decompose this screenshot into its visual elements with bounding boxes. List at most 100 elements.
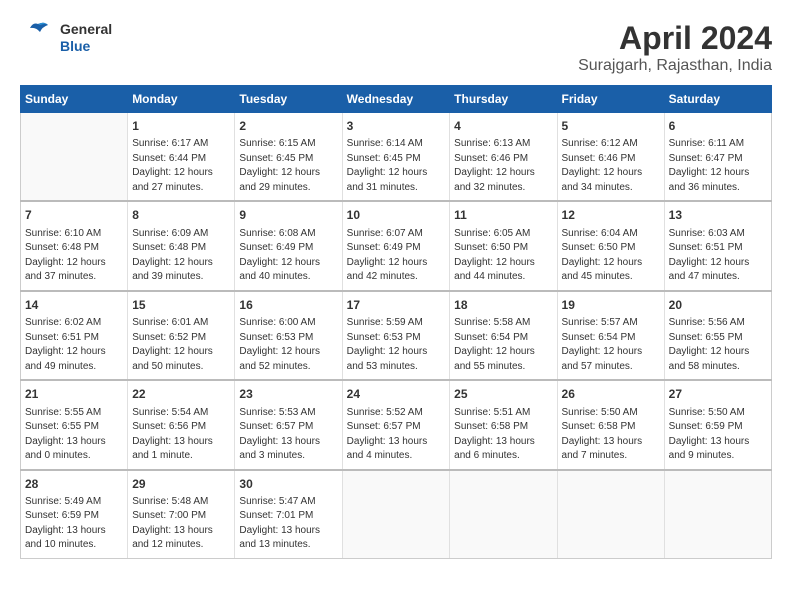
calendar-day-cell bbox=[450, 470, 557, 559]
day-info: Sunrise: 6:07 AMSunset: 6:49 PMDaylight:… bbox=[347, 227, 446, 285]
day-number: 12 bbox=[562, 207, 660, 224]
calendar-week-row: 7 Sunrise: 6:10 AMSunset: 6:48 PMDaylight… bbox=[21, 201, 772, 290]
day-number: 13 bbox=[669, 207, 767, 224]
calendar-day-cell bbox=[664, 470, 771, 559]
day-info: Sunrise: 5:55 AMSunset: 6:55 PMDaylight:… bbox=[25, 406, 123, 464]
day-info: Sunrise: 6:04 AMSunset: 6:50 PMDaylight:… bbox=[562, 227, 660, 285]
day-number: 8 bbox=[132, 207, 230, 224]
calendar-day-cell: 4Sunrise: 6:13 AMSunset: 6:46 PMDaylight… bbox=[450, 113, 557, 202]
calendar-day-cell: 7 Sunrise: 6:10 AMSunset: 6:48 PMDaylight… bbox=[21, 201, 128, 290]
calendar-day-cell: 6 Sunrise: 6:11 AMSunset: 6:47 PMDaylight… bbox=[664, 113, 771, 202]
day-info: Sunrise: 6:14 AMSunset: 6:45 PMDaylight:… bbox=[347, 137, 446, 195]
calendar-header-row: SundayMondayTuesdayWednesdayThursdayFrid… bbox=[21, 86, 772, 113]
calendar-day-cell: 9 Sunrise: 6:08 AMSunset: 6:49 PMDaylight… bbox=[235, 201, 342, 290]
day-number: 16 bbox=[239, 297, 337, 314]
calendar-day-cell: 20 Sunrise: 5:56 AMSunset: 6:55 PMDayligh… bbox=[664, 291, 771, 380]
col-header-tuesday: Tuesday bbox=[235, 86, 342, 113]
day-info: Sunrise: 6:08 AMSunset: 6:49 PMDaylight:… bbox=[239, 227, 337, 285]
day-number: 21 bbox=[25, 386, 123, 403]
day-number: 4 bbox=[454, 118, 552, 135]
day-number: 26 bbox=[562, 386, 660, 403]
col-header-saturday: Saturday bbox=[664, 86, 771, 113]
day-number: 6 bbox=[669, 118, 767, 135]
day-number: 5 bbox=[562, 118, 660, 135]
day-info: Sunrise: 5:59 AMSunset: 6:53 PMDaylight:… bbox=[347, 316, 446, 374]
logo-text: General Blue bbox=[60, 21, 112, 55]
day-info: Sunrise: 5:50 AMSunset: 6:58 PMDaylight:… bbox=[562, 406, 660, 464]
calendar-day-cell bbox=[342, 470, 450, 559]
day-info: Sunrise: 5:56 AMSunset: 6:55 PMDaylight:… bbox=[669, 316, 767, 374]
day-number: 24 bbox=[347, 386, 446, 403]
day-info: Sunrise: 5:57 AMSunset: 6:54 PMDaylight:… bbox=[562, 316, 660, 374]
calendar-day-cell: 5 Sunrise: 6:12 AMSunset: 6:46 PMDaylight… bbox=[557, 113, 664, 202]
day-info: Sunrise: 6:11 AMSunset: 6:47 PMDaylight:… bbox=[669, 137, 767, 195]
day-info: Sunrise: 5:47 AMSunset: 7:01 PMDaylight:… bbox=[239, 495, 337, 553]
day-number: 14 bbox=[25, 297, 123, 314]
day-info: Sunrise: 6:10 AMSunset: 6:48 PMDaylight:… bbox=[25, 227, 123, 285]
calendar-day-cell bbox=[21, 113, 128, 202]
calendar-body: 1 Sunrise: 6:17 AMSunset: 6:44 PMDaylight… bbox=[21, 113, 772, 559]
page-header: General Blue April 2024 Surajgarh, Rajas… bbox=[20, 20, 772, 75]
calendar-day-cell: 2Sunrise: 6:15 AMSunset: 6:45 PMDaylight… bbox=[235, 113, 342, 202]
calendar-day-cell: 18 Sunrise: 5:58 AMSunset: 6:54 PMDayligh… bbox=[450, 291, 557, 380]
calendar-day-cell: 11 Sunrise: 6:05 AMSunset: 6:50 PMDayligh… bbox=[450, 201, 557, 290]
day-number: 2 bbox=[239, 118, 337, 135]
day-number: 20 bbox=[669, 297, 767, 314]
col-header-monday: Monday bbox=[128, 86, 235, 113]
col-header-thursday: Thursday bbox=[450, 86, 557, 113]
logo-blue: Blue bbox=[60, 38, 112, 55]
month-title: April 2024 bbox=[578, 20, 772, 57]
calendar-week-row: 14 Sunrise: 6:02 AMSunset: 6:51 PMDayligh… bbox=[21, 291, 772, 380]
title-block: April 2024 Surajgarh, Rajasthan, India bbox=[578, 20, 772, 75]
calendar-week-row: 21 Sunrise: 5:55 AMSunset: 6:55 PMDayligh… bbox=[21, 380, 772, 469]
calendar-day-cell: 28Sunrise: 5:49 AMSunset: 6:59 PMDayligh… bbox=[21, 470, 128, 559]
day-info: Sunrise: 5:58 AMSunset: 6:54 PMDaylight:… bbox=[454, 316, 552, 374]
day-info: Sunrise: 6:09 AMSunset: 6:48 PMDaylight:… bbox=[132, 227, 230, 285]
calendar-day-cell: 25Sunrise: 5:51 AMSunset: 6:58 PMDayligh… bbox=[450, 380, 557, 469]
calendar-week-row: 1 Sunrise: 6:17 AMSunset: 6:44 PMDaylight… bbox=[21, 113, 772, 202]
day-info: Sunrise: 6:17 AMSunset: 6:44 PMDaylight:… bbox=[132, 137, 230, 195]
calendar-day-cell: 12 Sunrise: 6:04 AMSunset: 6:50 PMDayligh… bbox=[557, 201, 664, 290]
day-number: 29 bbox=[132, 476, 230, 493]
day-number: 30 bbox=[239, 476, 337, 493]
day-info: Sunrise: 5:50 AMSunset: 6:59 PMDaylight:… bbox=[669, 406, 767, 464]
col-header-friday: Friday bbox=[557, 86, 664, 113]
day-number: 17 bbox=[347, 297, 446, 314]
calendar-day-cell: 15 Sunrise: 6:01 AMSunset: 6:52 PMDayligh… bbox=[128, 291, 235, 380]
logo-general: General bbox=[60, 21, 112, 38]
calendar-day-cell bbox=[557, 470, 664, 559]
calendar-day-cell: 17 Sunrise: 5:59 AMSunset: 6:53 PMDayligh… bbox=[342, 291, 450, 380]
day-info: Sunrise: 6:01 AMSunset: 6:52 PMDaylight:… bbox=[132, 316, 230, 374]
day-info: Sunrise: 5:51 AMSunset: 6:58 PMDaylight:… bbox=[454, 406, 552, 464]
day-number: 19 bbox=[562, 297, 660, 314]
day-number: 9 bbox=[239, 207, 337, 224]
day-number: 22 bbox=[132, 386, 230, 403]
day-number: 7 bbox=[25, 207, 123, 224]
calendar-day-cell: 8 Sunrise: 6:09 AMSunset: 6:48 PMDaylight… bbox=[128, 201, 235, 290]
day-number: 18 bbox=[454, 297, 552, 314]
day-number: 10 bbox=[347, 207, 446, 224]
calendar-day-cell: 3 Sunrise: 6:14 AMSunset: 6:45 PMDaylight… bbox=[342, 113, 450, 202]
day-info: Sunrise: 6:12 AMSunset: 6:46 PMDaylight:… bbox=[562, 137, 660, 195]
day-info: Sunrise: 5:53 AMSunset: 6:57 PMDaylight:… bbox=[239, 406, 337, 464]
calendar-day-cell: 19 Sunrise: 5:57 AMSunset: 6:54 PMDayligh… bbox=[557, 291, 664, 380]
calendar-day-cell: 23 Sunrise: 5:53 AMSunset: 6:57 PMDayligh… bbox=[235, 380, 342, 469]
calendar-day-cell: 1 Sunrise: 6:17 AMSunset: 6:44 PMDaylight… bbox=[128, 113, 235, 202]
calendar-day-cell: 29Sunrise: 5:48 AMSunset: 7:00 PMDayligh… bbox=[128, 470, 235, 559]
calendar-week-row: 28Sunrise: 5:49 AMSunset: 6:59 PMDayligh… bbox=[21, 470, 772, 559]
day-number: 3 bbox=[347, 118, 446, 135]
day-number: 27 bbox=[669, 386, 767, 403]
calendar-day-cell: 26 Sunrise: 5:50 AMSunset: 6:58 PMDayligh… bbox=[557, 380, 664, 469]
day-number: 11 bbox=[454, 207, 552, 224]
calendar-day-cell: 22 Sunrise: 5:54 AMSunset: 6:56 PMDayligh… bbox=[128, 380, 235, 469]
day-info: Sunrise: 6:02 AMSunset: 6:51 PMDaylight:… bbox=[25, 316, 123, 374]
calendar-day-cell: 24Sunrise: 5:52 AMSunset: 6:57 PMDayligh… bbox=[342, 380, 450, 469]
day-info: Sunrise: 5:54 AMSunset: 6:56 PMDaylight:… bbox=[132, 406, 230, 464]
calendar-table: SundayMondayTuesdayWednesdayThursdayFrid… bbox=[20, 85, 772, 559]
day-number: 1 bbox=[132, 118, 230, 135]
day-number: 23 bbox=[239, 386, 337, 403]
day-number: 15 bbox=[132, 297, 230, 314]
col-header-sunday: Sunday bbox=[21, 86, 128, 113]
day-info: Sunrise: 6:05 AMSunset: 6:50 PMDaylight:… bbox=[454, 227, 552, 285]
calendar-day-cell: 21 Sunrise: 5:55 AMSunset: 6:55 PMDayligh… bbox=[21, 380, 128, 469]
